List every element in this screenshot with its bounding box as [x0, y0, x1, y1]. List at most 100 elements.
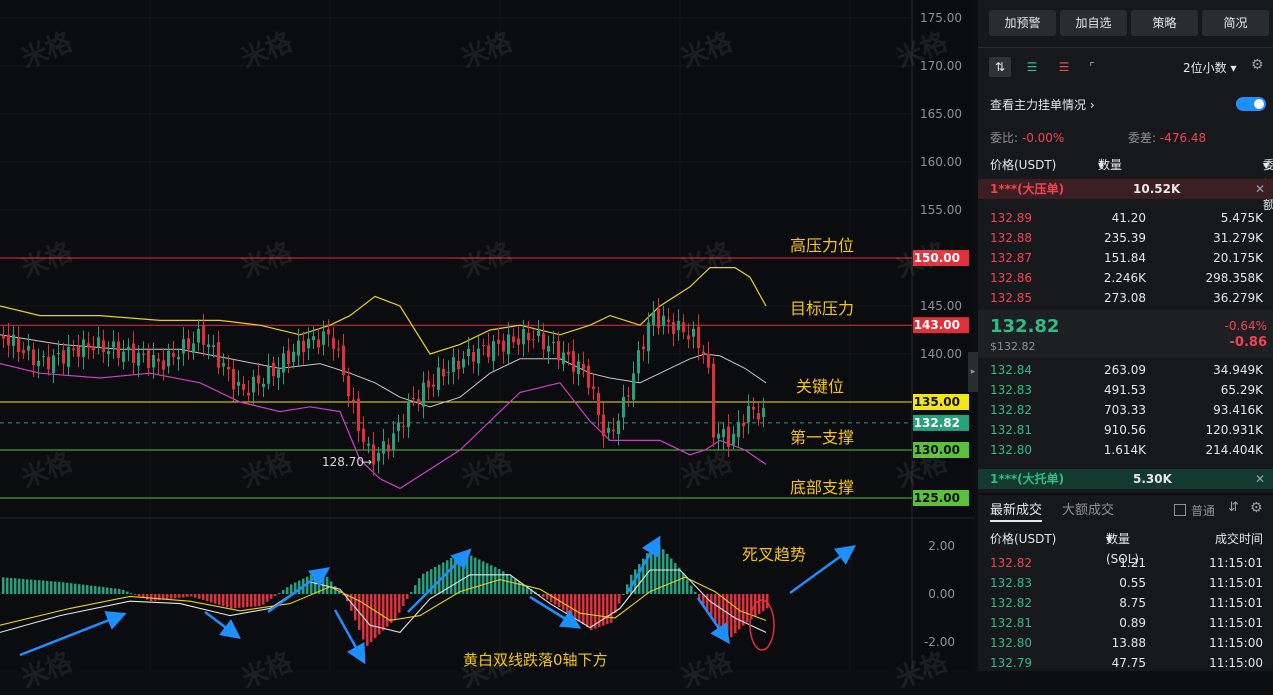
candle-body: [532, 339, 535, 341]
close-icon[interactable]: ✕: [1255, 179, 1265, 199]
candle-body: [457, 360, 460, 370]
macd-bar: [286, 587, 289, 594]
candle-body: [367, 443, 370, 446]
candle-body: [672, 322, 675, 335]
tab-latest-trades[interactable]: 最新成交: [990, 499, 1042, 518]
sort-down-icon: ▾: [1263, 158, 1270, 172]
bid-row[interactable]: 132.82 703.33 93.416K: [978, 400, 1273, 420]
macd-bar: [58, 581, 61, 594]
candle-body: [477, 348, 480, 364]
order-price: 132.84: [990, 363, 1032, 377]
candle-body: [132, 343, 135, 364]
macd-bar: [186, 594, 189, 597]
macd-bar: [94, 586, 97, 594]
collapse-handle[interactable]: ▸: [968, 352, 978, 392]
depth-expand-icon[interactable]: ⌜: [1081, 57, 1103, 77]
candle-body: [297, 340, 300, 356]
candle-body: [727, 426, 730, 448]
order-qty: 151.84: [1104, 251, 1146, 265]
depth-bids-icon[interactable]: ☰: [1021, 57, 1043, 77]
change-abs: -0.86: [1229, 335, 1267, 350]
macd-bar: [762, 594, 765, 612]
candle-body: [217, 342, 220, 368]
sell-wall-banner[interactable]: 1***(大压单) 10.52K ✕: [978, 179, 1273, 199]
settings-gear-icon[interactable]: ⚙: [1251, 57, 1264, 73]
macd-tick-label: 0.00: [928, 587, 955, 601]
label-key-level: 关键位: [796, 377, 845, 396]
trade-row[interactable]: 132.81 0.89 11:15:01: [978, 613, 1273, 633]
chart-area[interactable]: 175.00 170.00 165.00 160.00 155.00 150.00 145.…: [0, 0, 978, 694]
candle-body: [687, 335, 690, 340]
trade-filter-icon[interactable]: ⇵: [1228, 500, 1239, 515]
macd-bar: [374, 594, 377, 639]
candle-body: [382, 441, 385, 454]
trade-time: 11:15:01: [1209, 616, 1263, 630]
candle-body: [642, 346, 645, 350]
candle-body: [572, 351, 575, 372]
candle-body: [702, 351, 705, 354]
trend-arrow: [529, 595, 582, 629]
ask-row[interactable]: 132.86 2.246K 298.358K: [978, 268, 1273, 288]
strategy-button[interactable]: 策略: [1131, 10, 1198, 36]
order-price: 132.87: [990, 251, 1032, 265]
ask-row[interactable]: 132.87 151.84 20.175K: [978, 248, 1273, 268]
trade-row[interactable]: 132.80 13.88 11:15:00: [978, 633, 1273, 653]
price-axis: 175.00 170.00 165.00 160.00 155.00 150.00 145.…: [913, 11, 969, 649]
bid-row[interactable]: 132.81 910.56 120.931K: [978, 420, 1273, 440]
ask-row[interactable]: 132.85 273.08 36.279K: [978, 288, 1273, 308]
bid-row[interactable]: 132.80 1.614K 214.404K: [978, 440, 1273, 460]
main-orders-toggle[interactable]: [1236, 97, 1266, 111]
macd-bar: [230, 594, 233, 609]
macd-bar: [254, 594, 257, 607]
ask-row[interactable]: 132.88 235.39 31.279K: [978, 228, 1273, 248]
bid-row[interactable]: 132.84 263.09 34.949K: [978, 360, 1273, 380]
macd-bar: [654, 542, 657, 594]
label-macd-note: 黄白双线跌落0轴下方: [463, 651, 608, 669]
macd-bar: [34, 579, 37, 594]
ask-row[interactable]: 132.89 41.20 5.475K: [978, 208, 1273, 228]
trade-row[interactable]: 132.82 8.75 11:15:01: [978, 593, 1273, 613]
macd-bar: [74, 583, 77, 594]
macd-bar: [402, 594, 405, 606]
candlestick-chart[interactable]: 175.00 170.00 165.00 160.00 155.00 150.00 145.…: [0, 0, 975, 671]
tab-large-trades[interactable]: 大额成交: [1062, 499, 1114, 518]
candle-body: [42, 356, 45, 358]
decimal-select[interactable]: 2位小数 ▾: [1183, 59, 1237, 76]
candle-body: [562, 352, 565, 365]
order-amount: 214.404K: [1205, 443, 1264, 457]
macd-bar: [478, 559, 481, 594]
macd-bar: [122, 590, 125, 594]
add-watchlist-button[interactable]: 加自选: [1060, 10, 1127, 36]
trade-row[interactable]: 132.79 47.75 11:15:00: [978, 653, 1273, 673]
macd-bar: [566, 594, 569, 613]
candle-body: [592, 386, 595, 390]
macd-bar: [474, 557, 477, 594]
macd-bar: [10, 578, 13, 594]
price-tick-label: 175.00: [920, 11, 962, 25]
macd-bar: [366, 594, 369, 646]
buy-wall-banner[interactable]: 1***(大托单) 5.30K ✕: [978, 469, 1273, 489]
macd-bar: [30, 579, 33, 594]
candle-body: [27, 346, 30, 351]
depth-asks-icon[interactable]: ☰: [1053, 57, 1075, 77]
overview-button[interactable]: 简况: [1202, 10, 1269, 36]
macd-bar: [466, 556, 469, 594]
macd-bar: [658, 544, 661, 594]
trade-settings-gear-icon[interactable]: ⚙: [1250, 500, 1263, 516]
price-tick-label: 155.00: [920, 203, 962, 217]
order-price: 132.82: [990, 596, 1032, 610]
order-price: 132.86: [990, 271, 1032, 285]
main-orders-link[interactable]: 查看主力挂单情况 ›: [990, 96, 1095, 113]
close-icon[interactable]: ✕: [1255, 469, 1265, 489]
macd-bar: [738, 594, 741, 630]
candle-body: [187, 338, 190, 350]
trade-row[interactable]: 132.83 0.55 11:15:01: [978, 573, 1273, 593]
price-badge-label: 150.00: [914, 251, 960, 265]
depth-both-icon[interactable]: ⇅: [989, 57, 1011, 77]
bid-row[interactable]: 132.83 491.53 65.29K: [978, 380, 1273, 400]
normal-checkbox[interactable]: [1174, 504, 1186, 516]
trade-row[interactable]: 132.82 1.21 11:15:01: [978, 553, 1273, 573]
candle-body: [57, 353, 60, 355]
add-alert-button[interactable]: 加预警: [989, 10, 1056, 36]
candle-body: [682, 322, 685, 333]
